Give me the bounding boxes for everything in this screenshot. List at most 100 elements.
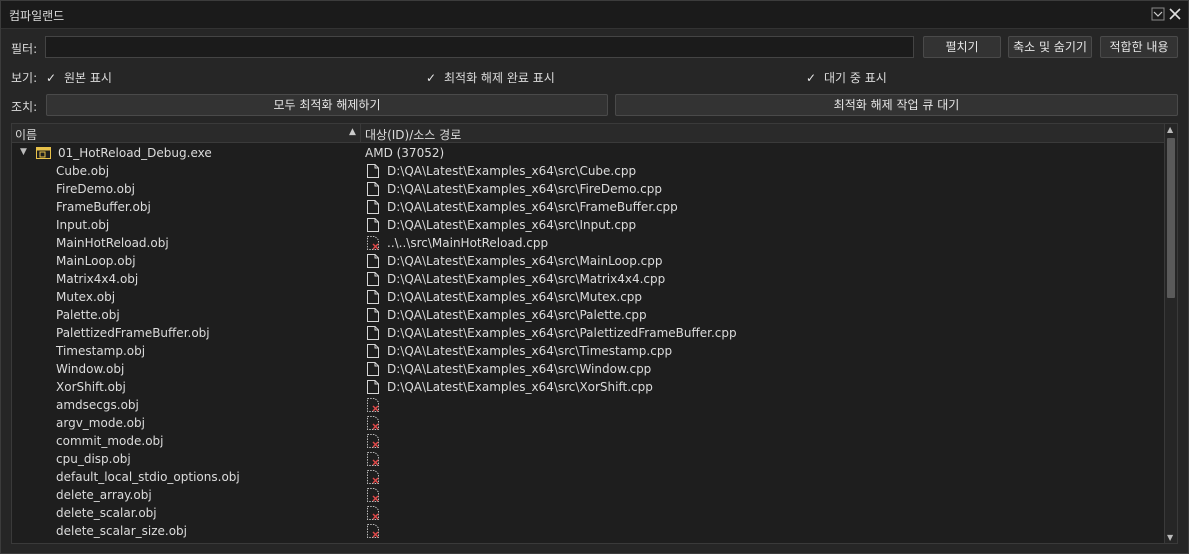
root-name: 01_HotReload_Debug.exe bbox=[58, 146, 212, 160]
compiland-name: Timestamp.obj bbox=[56, 344, 146, 358]
source-path: D:\QA\Latest\Examples_x64\src\Cube.cpp bbox=[387, 164, 637, 178]
tree-root-row[interactable]: ▼ 01_HotReload_Debug.exe AMD (37052) bbox=[12, 144, 1165, 162]
file-icon bbox=[367, 344, 379, 358]
source-path: D:\QA\Latest\Examples_x64\src\Timestamp.… bbox=[387, 344, 673, 358]
tree-item-row[interactable]: MainHotReload.obj ..\..\src\MainHotReload… bbox=[12, 234, 1165, 252]
tree-item-row[interactable]: amdsecgs.obj bbox=[12, 396, 1165, 414]
missing-file-icon bbox=[367, 506, 379, 520]
show-pending-label: 대기 중 표시 bbox=[824, 71, 887, 85]
filter-input[interactable] bbox=[45, 36, 914, 58]
tree-item-row[interactable]: FrameBuffer.obj D:\QA\Latest\Examples_x64… bbox=[12, 198, 1165, 216]
collapse-hide-button[interactable]: 축소 및 숨기기 bbox=[1008, 36, 1092, 58]
file-icon bbox=[367, 290, 379, 304]
missing-file-icon bbox=[367, 398, 379, 412]
executable-icon bbox=[36, 146, 51, 160]
checkmark-icon: ✓ bbox=[806, 71, 817, 85]
close-icon[interactable] bbox=[1168, 7, 1182, 21]
scroll-down-icon[interactable]: ▼ bbox=[1167, 533, 1173, 542]
tree-item-row[interactable]: Input.obj D:\QA\Latest\Examples_x64\src\I… bbox=[12, 216, 1165, 234]
vertical-scrollbar[interactable]: ▲ ▼ bbox=[1164, 124, 1177, 543]
source-path: D:\QA\Latest\Examples_x64\src\XorShift.c… bbox=[387, 380, 653, 394]
compiland-name: FireDemo.obj bbox=[56, 182, 135, 196]
compiland-name: Window.obj bbox=[56, 362, 125, 376]
file-icon bbox=[367, 380, 379, 394]
file-icon bbox=[367, 272, 379, 286]
compiland-name: default_local_stdio_options.obj bbox=[56, 470, 240, 484]
missing-file-icon bbox=[367, 488, 379, 502]
tree-item-row[interactable]: MainLoop.obj D:\QA\Latest\Examples_x64\sr… bbox=[12, 252, 1165, 270]
tree-item-row[interactable]: delete_scalar_size.obj bbox=[12, 522, 1165, 540]
queue-deoptimize-button[interactable]: 최적화 해제 작업 큐 대기 bbox=[615, 94, 1178, 116]
show-pending-checkbox[interactable]: ✓ 대기 중 표시 bbox=[806, 69, 887, 86]
compiland-name: delete_scalar.obj bbox=[56, 506, 157, 520]
column-header-name[interactable]: 이름 bbox=[15, 126, 37, 143]
grid-header: 이름 ▲ 대상(ID)/소스 경로 bbox=[12, 124, 1177, 143]
show-original-label: 원본 표시 bbox=[64, 71, 112, 85]
missing-file-icon bbox=[367, 452, 379, 466]
compiland-name: Matrix4x4.obj bbox=[56, 272, 139, 286]
file-icon bbox=[367, 362, 379, 376]
compiland-name: FrameBuffer.obj bbox=[56, 200, 151, 214]
compiland-name: MainLoop.obj bbox=[56, 254, 136, 268]
tree-item-row[interactable]: Window.obj D:\QA\Latest\Examples_x64\src\… bbox=[12, 360, 1165, 378]
file-icon bbox=[367, 308, 379, 322]
column-header-target-path[interactable]: 대상(ID)/소스 경로 bbox=[365, 126, 461, 143]
column-separator[interactable] bbox=[360, 124, 361, 143]
sort-ascending-icon: ▲ bbox=[349, 127, 356, 137]
compiland-name: MainHotReload.obj bbox=[56, 236, 169, 250]
compilands-window: 컴파일랜드 필터: 펼치기 축소 및 숨기기 적합한 내용 보기: ✓ 원본 표시… bbox=[0, 0, 1189, 554]
compiland-name: argv_mode.obj bbox=[56, 416, 145, 430]
source-path: D:\QA\Latest\Examples_x64\src\Window.cpp bbox=[387, 362, 652, 376]
missing-file-icon bbox=[367, 470, 379, 484]
source-path: D:\QA\Latest\Examples_x64\src\FireDemo.c… bbox=[387, 182, 662, 196]
title-bar: 컴파일랜드 bbox=[1, 1, 1188, 29]
compiland-name: Mutex.obj bbox=[56, 290, 116, 304]
source-path: D:\QA\Latest\Examples_x64\src\Mutex.cpp bbox=[387, 290, 643, 304]
tree-item-row[interactable]: argv_mode.obj bbox=[12, 414, 1165, 432]
scroll-up-icon[interactable]: ▲ bbox=[1167, 125, 1173, 134]
filter-label: 필터: bbox=[11, 42, 38, 56]
show-original-checkbox[interactable]: ✓ 원본 표시 bbox=[46, 69, 112, 86]
compiland-name: commit_mode.obj bbox=[56, 434, 164, 448]
tree-item-row[interactable]: delete_array.obj bbox=[12, 486, 1165, 504]
tree-item-row[interactable]: Cube.obj D:\QA\Latest\Examples_x64\src\Cu… bbox=[12, 162, 1165, 180]
expand-arrow-icon[interactable]: ▼ bbox=[20, 147, 27, 157]
tree-item-row[interactable]: Mutex.obj D:\QA\Latest\Examples_x64\src\M… bbox=[12, 288, 1165, 306]
minimize-icon[interactable] bbox=[1151, 7, 1165, 21]
window-title: 컴파일랜드 bbox=[9, 9, 65, 23]
show-deoptimized-checkbox[interactable]: ✓ 최적화 해제 완료 표시 bbox=[426, 69, 555, 86]
tree-item-row[interactable]: XorShift.obj D:\QA\Latest\Examples_x64\sr… bbox=[12, 378, 1165, 396]
file-icon bbox=[367, 164, 379, 178]
show-deoptimized-label: 최적화 해제 완료 표시 bbox=[444, 71, 555, 85]
title-bar-buttons bbox=[1151, 7, 1182, 21]
tree-item-row[interactable]: default_local_stdio_options.obj bbox=[12, 468, 1165, 486]
compiland-name: PalettizedFrameBuffer.obj bbox=[56, 326, 210, 340]
tree-item-row[interactable]: cpu_disp.obj bbox=[12, 450, 1165, 468]
missing-file-icon bbox=[367, 524, 379, 538]
compiland-name: Palette.obj bbox=[56, 308, 120, 322]
tree-item-row[interactable]: Matrix4x4.obj D:\QA\Latest\Examples_x64\s… bbox=[12, 270, 1165, 288]
source-path: D:\QA\Latest\Examples_x64\src\MainLoop.c… bbox=[387, 254, 663, 268]
tree-item-row[interactable]: Timestamp.obj D:\QA\Latest\Examples_x64\s… bbox=[12, 342, 1165, 360]
action-label: 조치: bbox=[11, 100, 38, 114]
compiland-name: Cube.obj bbox=[56, 164, 110, 178]
expand-button[interactable]: 펼치기 bbox=[923, 36, 1001, 58]
deoptimize-all-button[interactable]: 모두 최적화 해제하기 bbox=[46, 94, 608, 116]
tree-item-row[interactable]: delete_scalar.obj bbox=[12, 504, 1165, 522]
missing-file-icon bbox=[367, 434, 379, 448]
file-icon bbox=[367, 218, 379, 232]
scroll-thumb[interactable] bbox=[1167, 138, 1175, 298]
tree-item-row[interactable]: commit_mode.obj bbox=[12, 432, 1165, 450]
compiland-name: amdsecgs.obj bbox=[56, 398, 139, 412]
file-icon bbox=[367, 200, 379, 214]
fit-content-button[interactable]: 적합한 내용 bbox=[1100, 36, 1178, 58]
tree-item-row[interactable]: PalettizedFrameBuffer.obj D:\QA\Latest\Ex… bbox=[12, 324, 1165, 342]
compiland-name: Input.obj bbox=[56, 218, 110, 232]
tree-item-row[interactable]: Palette.obj D:\QA\Latest\Examples_x64\src… bbox=[12, 306, 1165, 324]
source-path: D:\QA\Latest\Examples_x64\src\FrameBuffe… bbox=[387, 200, 678, 214]
root-target: AMD (37052) bbox=[365, 146, 445, 160]
tree-item-row[interactable]: FireDemo.obj D:\QA\Latest\Examples_x64\sr… bbox=[12, 180, 1165, 198]
missing-file-icon bbox=[367, 416, 379, 430]
checkmark-icon: ✓ bbox=[46, 71, 57, 85]
compiland-name: delete_scalar_size.obj bbox=[56, 524, 188, 538]
